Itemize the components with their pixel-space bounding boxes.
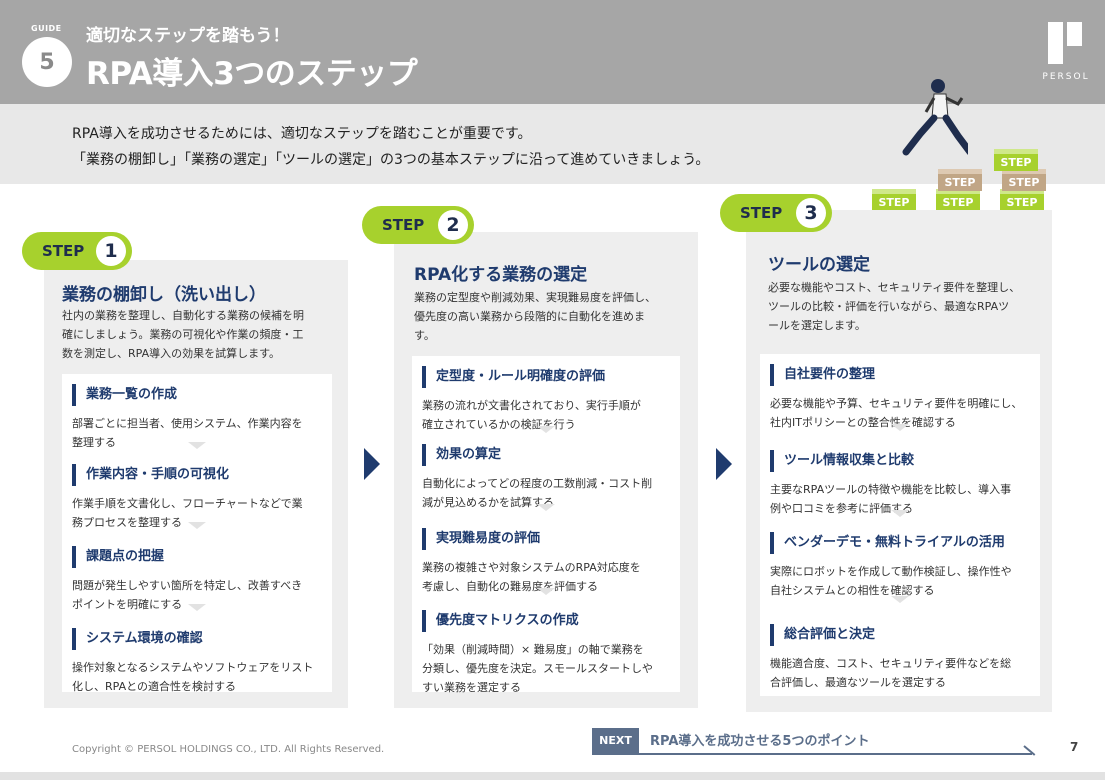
down-chevron-icon <box>537 588 555 595</box>
step-3-title: ツールの選定 <box>768 255 870 275</box>
item-title: 総合評価と決定 <box>770 624 875 646</box>
step-3-panel: ツールの選定 必要な機能やコスト、セキュリティ要件を整理し、 ツールの比較・評価を… <box>746 210 1052 712</box>
step-2-panel: RPA化する業務の選定 業務の定型度や削減効果、実現難易度を評価し、 優先度の高い… <box>394 232 698 708</box>
down-chevron-icon <box>188 604 206 611</box>
item-description: 業務の複雑さや対象システムのRPA対応度を 考慮し、自動化の難易度を評価する <box>422 561 641 593</box>
step-3-badge: STEP 3 <box>720 194 832 232</box>
step-number: 1 <box>96 236 126 266</box>
step-number: 2 <box>438 210 468 240</box>
step-number: 3 <box>796 198 826 228</box>
page-title: RPA導入3つのステップ <box>86 56 418 92</box>
guide-number-badge: 5 <box>22 37 72 87</box>
step-box: STEP <box>1000 189 1044 211</box>
person-figure-icon <box>902 79 968 156</box>
step-2-description: 業務の定型度や削減効果、実現難易度を評価し、 優先度の高い業務から段階的に自動化を… <box>414 291 656 342</box>
step-box: STEP <box>938 169 982 191</box>
step-1-items: 業務一覧の作成 部署ごとに担当者、使用システム、作業内容を 整理する 作業内容・手… <box>62 374 332 693</box>
item-description: 「効果（削減時間）× 難易度」の軸で業務を 分類し、優先度を決定。スモールスタート… <box>422 643 653 694</box>
item-title: 効果の算定 <box>422 444 501 466</box>
step-box: STEP <box>872 189 916 211</box>
down-chevron-icon <box>537 426 555 433</box>
guide-label: GUIDE <box>31 24 62 33</box>
step-box: STEP <box>994 149 1038 171</box>
item-title: システム環境の確認 <box>72 628 203 650</box>
item-title: 自社要件の整理 <box>770 364 875 386</box>
item-description: 実際にロボットを作成して動作検証し、操作性や 自社システムとの相性を確認する <box>770 565 1012 597</box>
down-chevron-icon <box>188 442 206 449</box>
step-2-title: RPA化する業務の選定 <box>414 265 588 285</box>
item-title: ツール情報収集と比較 <box>770 450 914 472</box>
step-box: STEP <box>1002 169 1046 191</box>
page-subtitle: 適切なステップを踏もう！ <box>86 26 290 46</box>
item-description: 操作対象となるシステムやソフトウェアをリスト 化し、RPAとの適合性を検討する <box>72 661 314 693</box>
next-step-arrow-icon <box>716 448 732 480</box>
step-1-title: 業務の棚卸し（洗い出し） <box>62 285 266 305</box>
next-page-link[interactable]: RPA導入を成功させる5つのポイント <box>650 730 869 749</box>
step-1-panel: 業務の棚卸し（洗い出し） 社内の業務を整理し、自動化する業務の候補を明 確にしまし… <box>44 260 348 708</box>
item-title: 作業内容・手順の可視化 <box>72 464 229 486</box>
down-chevron-icon <box>891 596 909 603</box>
page-number: 7 <box>1070 740 1079 754</box>
persol-logo-icon <box>1048 22 1082 64</box>
item-title: 優先度マトリクスの作成 <box>422 610 579 632</box>
copyright-text: Copyright © PERSOL HOLDINGS CO., LTD. Al… <box>72 744 385 755</box>
step-label: STEP <box>382 216 425 234</box>
step-1-badge: STEP 1 <box>22 232 132 270</box>
item-title: ベンダーデモ・無料トライアルの活用 <box>770 532 1005 554</box>
item-description: 機能適合度、コスト、セキュリティ要件などを総 合評価し、最適なツールを選定する <box>770 657 1012 689</box>
step-2-badge: STEP 2 <box>362 206 474 244</box>
down-chevron-icon <box>537 504 555 511</box>
step-3-description: 必要な機能やコスト、セキュリティ要件を整理し、 ツールの比較・評価を行いながら、最… <box>768 281 1021 332</box>
step-1-description: 社内の業務を整理し、自動化する業務の候補を明 確にしましょう。業務の可視化や作業の… <box>62 309 304 360</box>
item-title: 課題点の把握 <box>72 546 164 568</box>
item-title: 実現難易度の評価 <box>422 528 540 550</box>
bottom-divider <box>0 772 1105 780</box>
step-2-items: 定型度・ルール明確度の評価 業務の流れが文書化されており、実行手順が 確立されてい… <box>412 356 680 694</box>
intro-line-2: 「業務の棚卸し」「業務の選定」「ツールの選定」の3つの基本ステップに沿って進めて… <box>72 152 710 168</box>
down-chevron-icon <box>891 424 909 431</box>
item-description: 業務の流れが文書化されており、実行手順が 確立されているかの検証を行う <box>422 399 641 431</box>
next-tag[interactable]: NEXT <box>592 728 639 753</box>
step-3-items: 自社要件の整理 必要な機能や予算、セキュリティ要件を明確にし、 社内ITポリシーと… <box>760 354 1040 696</box>
next-underline <box>592 753 1032 755</box>
down-chevron-icon <box>188 522 206 529</box>
down-chevron-icon <box>891 510 909 517</box>
item-title: 定型度・ルール明確度の評価 <box>422 366 605 388</box>
item-title: 業務一覧の作成 <box>72 384 177 406</box>
step-box: STEP <box>936 189 980 211</box>
jumping-person-illustration: STEP STEP STEP STEP STEP STEP <box>860 74 1060 214</box>
step-label: STEP <box>740 204 783 222</box>
step-label: STEP <box>42 242 85 260</box>
next-step-arrow-icon <box>364 448 380 480</box>
intro-line-1: RPA導入を成功させるためには、適切なステップを踏むことが重要です。 <box>72 126 532 142</box>
